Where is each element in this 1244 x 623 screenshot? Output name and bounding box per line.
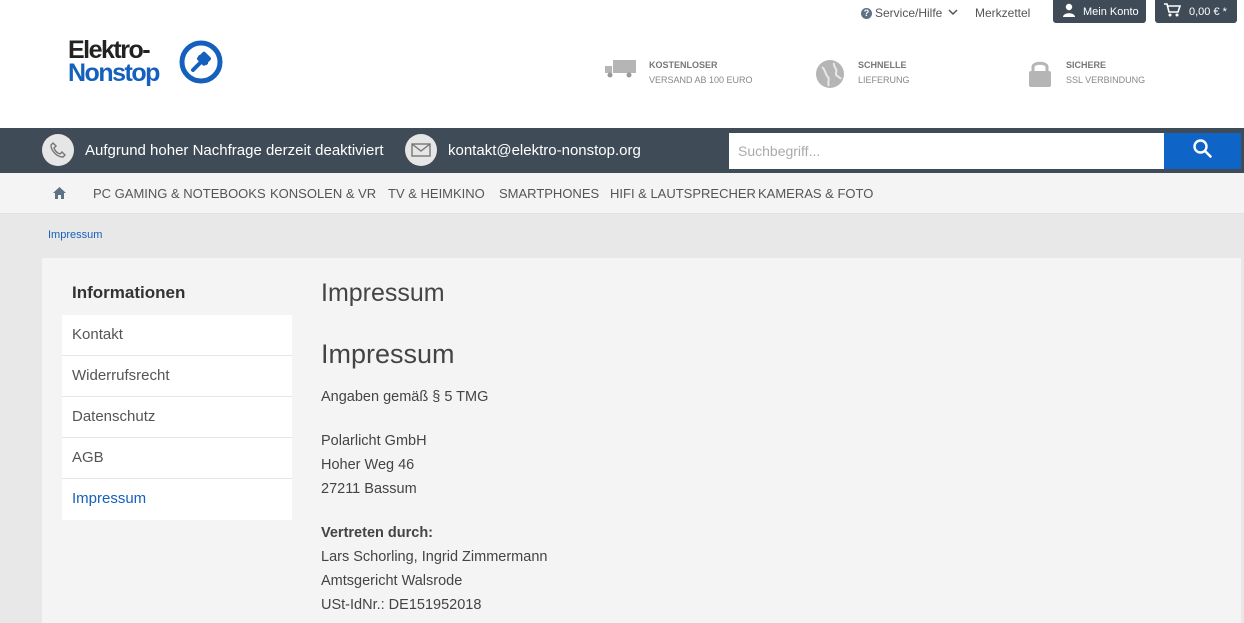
sidebar-item-widerrufsrecht[interactable]: Widerrufsrecht [62, 356, 292, 397]
site-logo[interactable]: Elektro- Nonstop [68, 36, 228, 92]
sidebar-item-kontakt[interactable]: Kontakt [62, 315, 292, 356]
search-button[interactable] [1164, 133, 1241, 169]
usp-shipping-title: KOSTENLOSER [649, 60, 718, 70]
email-text: kontakt@elektro-nonstop.org [448, 141, 641, 159]
phone-contact: Aufgrund hoher Nachfrage derzeit deaktiv… [42, 134, 384, 166]
cart-total: 0,00 € * [1189, 5, 1227, 18]
phone-text: Aufgrund hoher Nachfrage derzeit deaktiv… [85, 141, 384, 159]
sidebar-menu: Kontakt Widerrufsrecht Datenschutz AGB I… [62, 315, 292, 520]
intro-text: Angaben gemäß § 5 TMG [321, 389, 489, 405]
company-street: Hoher Weg 46 [321, 457, 415, 473]
globe-icon [814, 58, 846, 95]
sidebar-item-datenschutz[interactable]: Datenschutz [62, 397, 292, 438]
user-icon [1062, 3, 1076, 20]
contact-bar: Aufgrund hoher Nachfrage derzeit deaktiv… [0, 128, 1244, 173]
usp-delivery-title: SCHNELLE [858, 60, 907, 70]
nav-item-pc-gaming[interactable]: PC GAMING & NOTEBOOKS [93, 186, 266, 201]
service-help-label: Service/Hilfe [875, 6, 943, 20]
vat-id-text: USt-IdNr.: DE151952018 [321, 597, 482, 613]
search-input[interactable] [729, 133, 1164, 169]
page-title: Impressum [321, 279, 445, 307]
usp-delivery-subtitle: LIEFERUNG [858, 75, 910, 85]
account-button[interactable]: Mein Konto [1053, 0, 1146, 23]
main-content: Impressum Impressum Angaben gemäß § 5 TM… [321, 278, 1201, 617]
nav-item-kameras[interactable]: KAMERAS & FOTO [758, 186, 873, 201]
chevron-down-icon [948, 8, 958, 19]
envelope-icon [405, 134, 437, 166]
company-city: 27211 Bassum [321, 481, 417, 497]
top-bar: ? Service/Hilfe Merkzettel Mein Konto 0,… [0, 0, 1244, 28]
nav-item-smartphones[interactable]: SMARTPHONES [499, 186, 599, 201]
breadcrumb[interactable]: Impressum [48, 229, 102, 241]
sidebar-title: Informationen [72, 283, 186, 302]
cart-icon [1164, 3, 1182, 20]
company-name: Polarlicht GmbH [321, 433, 427, 449]
main-navigation: PC GAMING & NOTEBOOKS KONSOLEN & VR TV &… [0, 173, 1244, 214]
sidebar-item-agb[interactable]: AGB [62, 438, 292, 479]
nav-item-tv[interactable]: TV & HEIMKINO [388, 186, 485, 201]
usp-ssl: SICHERE SSL VERBINDUNG [1026, 58, 1145, 93]
usp-ssl-subtitle: SSL VERBINDUNG [1066, 75, 1146, 85]
usp-shipping: KOSTENLOSER VERSAND AB 100 EURO [605, 58, 753, 88]
usp-delivery: SCHNELLE LIEFERUNG [814, 58, 910, 95]
sidebar-item-impressum[interactable]: Impressum [62, 479, 292, 520]
question-icon: ? [861, 7, 872, 19]
service-help-menu[interactable]: ? Service/Hilfe [861, 6, 958, 20]
usp-ssl-title: SICHERE [1066, 60, 1107, 70]
represented-label: Vertreten durch: [321, 525, 433, 541]
nav-item-hifi[interactable]: HIFI & LAUTSPRECHER [610, 186, 756, 201]
account-label: Mein Konto [1083, 5, 1139, 18]
home-icon[interactable] [53, 186, 66, 204]
phone-icon [42, 134, 74, 166]
court-text: Amtsgericht Walsrode [321, 573, 463, 589]
email-contact[interactable]: kontakt@elektro-nonstop.org [405, 134, 641, 166]
logo-text-line2: Nonstop [68, 59, 160, 87]
representatives-text: Lars Schorling, Ingrid Zimmermann [321, 549, 548, 565]
usp-shipping-subtitle: VERSAND AB 100 EURO [649, 75, 753, 85]
plug-icon [179, 40, 223, 84]
nav-item-konsolen[interactable]: KONSOLEN & VR [270, 186, 376, 201]
search-icon [1193, 139, 1212, 163]
lock-icon [1026, 58, 1054, 93]
content-heading: Impressum [321, 339, 455, 369]
wishlist-link[interactable]: Merkzettel [975, 6, 1030, 20]
truck-icon [605, 58, 637, 85]
cart-button[interactable]: 0,00 € * [1155, 0, 1237, 23]
